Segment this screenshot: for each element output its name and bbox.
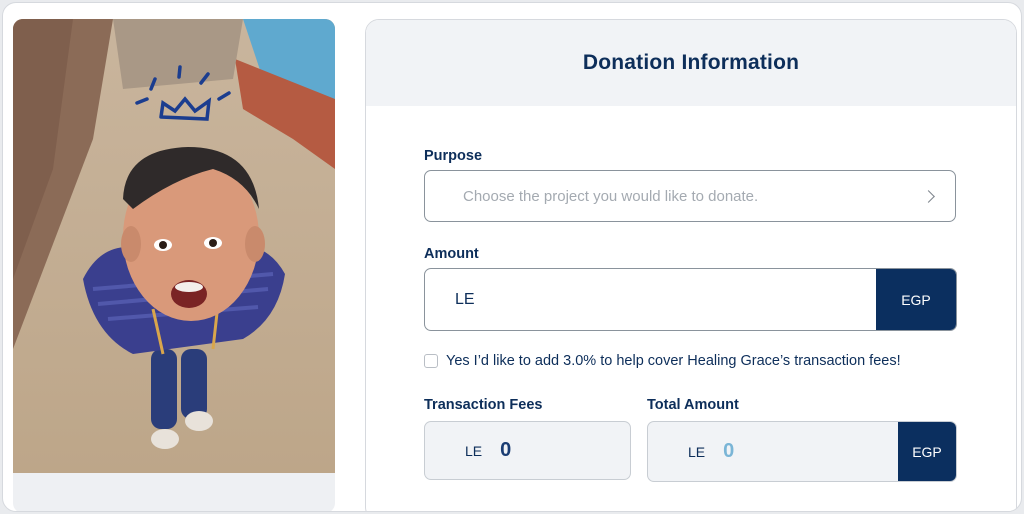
fee-option-text: Yes I’d like to add 3.0% to help cover H… — [446, 353, 901, 369]
amount-input[interactable]: LE EGP — [424, 268, 957, 331]
donation-card: Donation Information Purpose Choose the … — [365, 19, 1017, 511]
fee-option-checkbox[interactable] — [424, 354, 438, 368]
chevron-right-icon — [922, 189, 935, 203]
total-currency-prefix: LE — [688, 443, 706, 460]
purpose-placeholder: Choose the project you would like to don… — [463, 187, 759, 205]
fees-currency-prefix: LE — [465, 442, 483, 459]
amount-currency-prefix: LE — [455, 290, 475, 308]
transaction-fees-field: LE 0 — [424, 421, 631, 480]
page-title: Donation Information — [582, 51, 800, 74]
total-amount-label: Total Amount — [647, 397, 739, 413]
purpose-label: Purpose — [424, 148, 483, 164]
total-value: 0 — [723, 440, 735, 462]
card-header: Donation Information — [366, 20, 1016, 106]
fees-value: 0 — [500, 439, 512, 461]
amount-currency-button[interactable]: EGP — [876, 269, 956, 330]
total-currency-button[interactable]: EGP — [898, 422, 956, 481]
fee-option-row[interactable]: Yes I’d like to add 3.0% to help cover H… — [424, 353, 901, 369]
child-photo — [13, 19, 335, 473]
page-frame: Donation Information Purpose Choose the … — [2, 2, 1022, 512]
photo-column — [13, 19, 335, 511]
purpose-select[interactable]: Choose the project you would like to don… — [424, 170, 956, 222]
amount-label: Amount — [424, 246, 479, 262]
total-amount-field: LE 0 EGP — [647, 421, 957, 482]
transaction-fees-label: Transaction Fees — [424, 397, 543, 413]
